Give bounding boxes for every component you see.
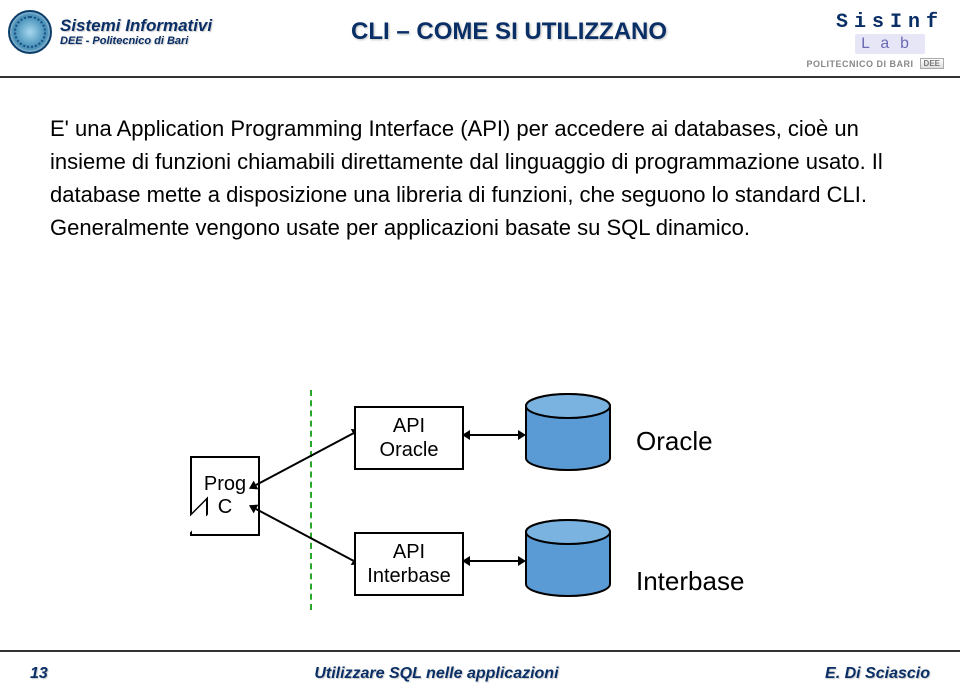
footer-divider (0, 650, 960, 652)
arrow-prog-api-oracle (256, 432, 354, 485)
footer-title: Utilizzare SQL nelle applicazioni (314, 665, 558, 683)
brand-poli: POLITECNICO DI BARI (807, 59, 914, 69)
brand-lab: Lab (855, 34, 926, 54)
api-interbase-box: API Interbase (354, 532, 464, 596)
api2-l1: API (366, 540, 452, 564)
page-number: 13 (30, 665, 48, 683)
api-oracle-box: API Oracle (354, 406, 464, 470)
brand-subline: POLITECNICO DI BARI DEE (807, 58, 944, 69)
slide-title: CLI – COME SI UTILIZZANO (182, 18, 836, 46)
prog-label-1: Prog (204, 473, 246, 496)
body-paragraph: E' una Application Programming Interface… (50, 112, 910, 244)
arrow-api-db-oracle (470, 434, 518, 436)
architecture-diagram: Prog C API Oracle API Interbase Oracle I… (0, 380, 960, 630)
brand-dee: DEE (920, 58, 944, 69)
program-file-icon: Prog C (190, 456, 260, 536)
db-label-interbase: Interbase (636, 566, 744, 597)
api-boundary-line (310, 390, 312, 610)
brand-block: SisInf Lab (836, 11, 944, 54)
arrow-prog-api-interbase (256, 508, 354, 561)
db-cylinder-oracle-icon (524, 392, 612, 466)
brand-name: SisInf (836, 11, 944, 34)
org-logo-icon (8, 10, 52, 54)
db-cylinder-interbase-icon (524, 518, 612, 592)
arrow-api-db-interbase (470, 560, 518, 562)
db-label-oracle: Oracle (636, 426, 713, 457)
slide-footer: 13 Utilizzare SQL nelle applicazioni E. … (0, 656, 960, 692)
header-divider (0, 76, 960, 78)
slide-header: Sistemi Informativi DEE - Politecnico di… (0, 0, 960, 56)
footer-author: E. Di Sciascio (825, 665, 930, 683)
api1-l2: Oracle (366, 438, 452, 462)
api1-l1: API (366, 414, 452, 438)
api2-l2: Interbase (366, 564, 452, 588)
prog-label-2: C (218, 496, 232, 519)
